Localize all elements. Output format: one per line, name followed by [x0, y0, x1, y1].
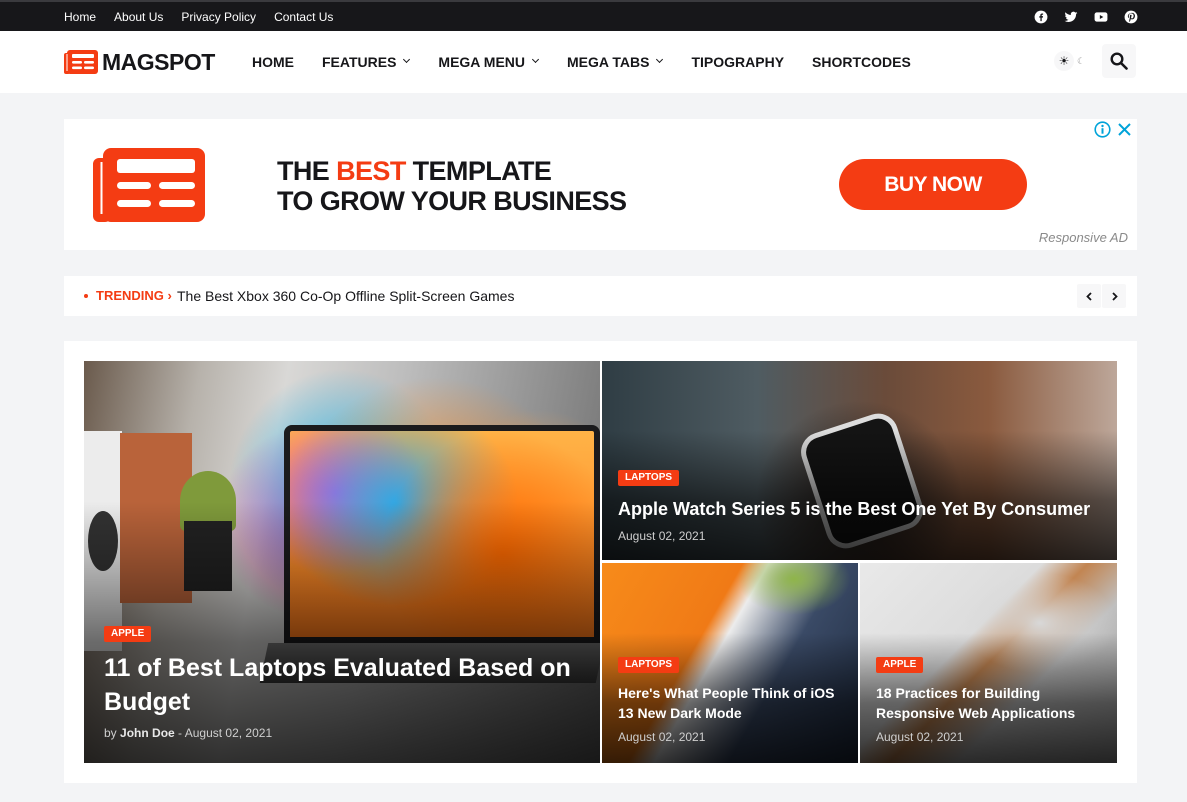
nav-mega-tabs[interactable]: MEGA TABS	[567, 54, 663, 70]
featured-post-bottom-right[interactable]: APPLE 18 Practices for Building Responsi…	[860, 563, 1117, 763]
featured-post-bottom-left[interactable]: LAPTOPS Here's What People Think of iOS …	[602, 563, 858, 763]
buy-now-button[interactable]: BUY NOW	[839, 159, 1027, 210]
search-icon	[1110, 52, 1128, 70]
nav-shortcodes[interactable]: SHORTCODES	[812, 54, 911, 70]
trending-ticker: TRENDING › The Best Xbox 360 Co-Op Offli…	[64, 276, 1137, 316]
ticker-next-button[interactable]	[1102, 284, 1126, 308]
trending-label-text: TRENDING	[96, 288, 164, 303]
pinterest-icon[interactable]	[1124, 10, 1138, 24]
ad-label: Responsive AD	[1038, 230, 1128, 245]
post-title[interactable]: 11 of Best Laptops Evaluated Based on Bu…	[104, 651, 574, 719]
ad-banner[interactable]: THE BEST TEMPLATE TO GROW YOUR BUSINESS …	[64, 119, 1137, 250]
ad-headline-pre: THE	[277, 156, 337, 186]
close-icon[interactable]	[1117, 121, 1132, 138]
ad-newspaper-icon	[93, 148, 205, 222]
trending-label: TRENDING ›	[96, 288, 172, 303]
nav-mega-menu-label: MEGA MENU	[438, 54, 526, 70]
main-header: MAGSPOT HOME FEATURES MEGA MENU MEGA TAB…	[0, 31, 1187, 93]
category-badge[interactable]: LAPTOPS	[618, 470, 680, 486]
nav-mega-menu[interactable]: MEGA MENU	[438, 54, 539, 70]
info-icon[interactable]	[1094, 121, 1111, 138]
top-links: Home About Us Privacy Policy Contact Us	[64, 2, 351, 31]
chevron-down-icon	[532, 57, 539, 64]
nav-tipography[interactable]: TIPOGRAPHY	[691, 54, 784, 70]
youtube-icon[interactable]	[1094, 10, 1108, 24]
ad-headline-post: TEMPLATE	[405, 156, 552, 186]
trending-headline[interactable]: The Best Xbox 360 Co-Op Offline Split-Sc…	[177, 288, 514, 304]
post-date: August 02, 2021	[876, 730, 964, 744]
post-title[interactable]: Apple Watch Series 5 is the Best One Yet…	[618, 497, 1090, 521]
post-date: August 02, 2021	[618, 730, 706, 744]
ticker-prev-button[interactable]	[1077, 284, 1101, 308]
ad-headline: THE BEST TEMPLATE TO GROW YOUR BUSINESS	[277, 156, 627, 216]
nav-features-label: FEATURES	[322, 54, 397, 70]
top-link-about-us[interactable]: About Us	[114, 10, 163, 24]
ad-headline-line2: TO GROW YOUR BUSINESS	[277, 186, 627, 216]
post-date: August 02, 2021	[618, 529, 706, 543]
post-date: August 02, 2021	[184, 726, 273, 740]
chevron-down-icon	[656, 57, 663, 64]
nav-shortcodes-label: SHORTCODES	[812, 54, 911, 70]
category-badge[interactable]: APPLE	[104, 626, 152, 642]
ad-headline-accent: BEST	[336, 156, 406, 186]
facebook-icon[interactable]	[1034, 10, 1048, 24]
search-button[interactable]	[1102, 44, 1136, 78]
nav-mega-tabs-label: MEGA TABS	[567, 54, 650, 70]
logo-text: MAGSPOT	[102, 49, 215, 75]
site-logo[interactable]: MAGSPOT	[64, 50, 215, 74]
post-title[interactable]: Here's What People Think of iOS 13 New D…	[618, 683, 848, 723]
logo-newspaper-icon	[64, 50, 98, 74]
post-meta: by John Doe - August 02, 2021	[104, 726, 272, 740]
category-badge[interactable]: APPLE	[876, 657, 924, 673]
category-badge[interactable]: LAPTOPS	[618, 657, 680, 673]
main-nav: HOME FEATURES MEGA MENU MEGA TABS TIPOGR…	[252, 31, 939, 93]
social-links	[1018, 2, 1138, 31]
post-meta-separator: -	[174, 726, 185, 740]
nav-tipography-label: TIPOGRAPHY	[691, 54, 785, 70]
chevron-down-icon	[403, 57, 410, 64]
moon-icon: ☾	[1077, 55, 1086, 66]
chevron-right-icon: ›	[167, 288, 172, 303]
twitter-icon[interactable]	[1064, 10, 1078, 24]
sun-icon: ☀	[1054, 51, 1074, 71]
chevron-right-icon	[1111, 291, 1118, 301]
post-by: by	[104, 726, 117, 740]
nav-features[interactable]: FEATURES	[322, 54, 410, 70]
nav-home[interactable]: HOME	[252, 54, 294, 70]
post-title[interactable]: 18 Practices for Building Responsive Web…	[876, 683, 1106, 723]
featured-post-top[interactable]: LAPTOPS Apple Watch Series 5 is the Best…	[602, 361, 1117, 560]
top-link-contact-us[interactable]: Contact Us	[274, 10, 333, 24]
top-link-privacy-policy[interactable]: Privacy Policy	[181, 10, 256, 24]
featured-posts: APPLE 11 of Best Laptops Evaluated Based…	[64, 341, 1137, 783]
featured-post-main[interactable]: APPLE 11 of Best Laptops Evaluated Based…	[84, 361, 600, 763]
chevron-left-icon	[1085, 291, 1092, 301]
nav-home-label: HOME	[252, 54, 294, 70]
top-bar: Home About Us Privacy Policy Contact Us	[0, 0, 1187, 31]
dark-mode-toggle[interactable]: ☀ ☾	[1052, 49, 1088, 73]
top-link-home[interactable]: Home	[64, 10, 96, 24]
post-author[interactable]: John Doe	[120, 726, 175, 740]
trending-dot-icon	[84, 294, 88, 298]
